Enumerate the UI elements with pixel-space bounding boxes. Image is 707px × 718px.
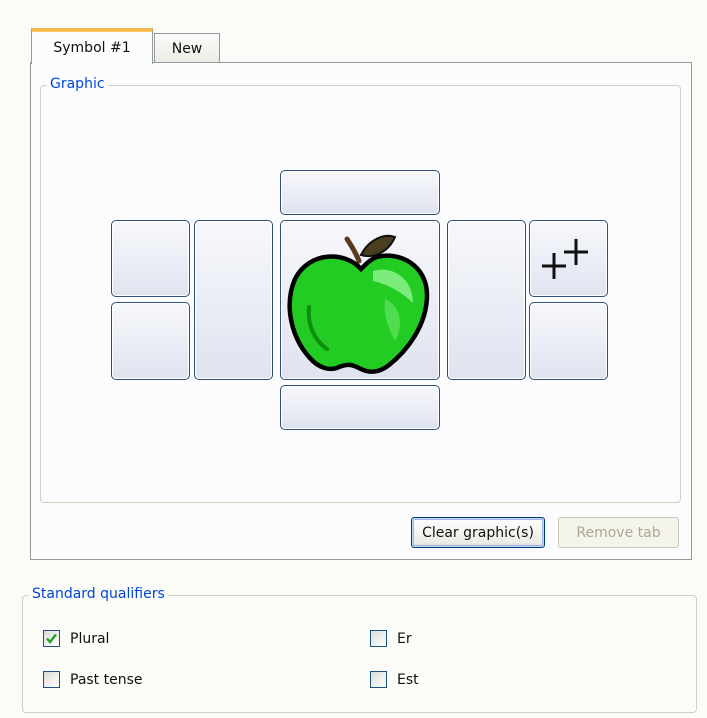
slot-left-outer-bottom[interactable] bbox=[111, 302, 190, 380]
slot-right-inner[interactable] bbox=[447, 220, 526, 380]
plural-check-box[interactable] bbox=[43, 630, 60, 647]
slot-bottom[interactable] bbox=[280, 385, 440, 430]
past-tense-label: Past tense bbox=[70, 671, 143, 688]
clear-graphics-button[interactable]: Clear graphic(s) bbox=[411, 517, 545, 548]
standard-qualifiers-legend: Standard qualifiers bbox=[29, 586, 168, 602]
tab-new[interactable]: New bbox=[154, 33, 220, 63]
slot-left-inner[interactable] bbox=[194, 220, 273, 380]
est-checkbox[interactable]: Est bbox=[370, 671, 419, 688]
slot-center[interactable] bbox=[280, 220, 440, 380]
past-tense-check-box[interactable] bbox=[43, 671, 60, 688]
er-label: Er bbox=[397, 630, 412, 647]
past-tense-checkbox[interactable]: Past tense bbox=[43, 671, 143, 688]
plural-checkbox[interactable]: Plural bbox=[43, 630, 109, 647]
checkmark-icon bbox=[46, 633, 57, 644]
tab-symbol-1-label: Symbol #1 bbox=[53, 39, 131, 56]
er-checkbox[interactable]: Er bbox=[370, 630, 412, 647]
symbol-tab-panel: Graphic Clear graphic(s) Remove tab bbox=[30, 62, 692, 560]
tab-symbol-1[interactable]: Symbol #1 bbox=[31, 28, 153, 64]
plus-plus-icon bbox=[542, 239, 588, 279]
remove-tab-button[interactable]: Remove tab bbox=[558, 517, 679, 548]
slot-right-outer-top[interactable] bbox=[529, 220, 608, 297]
standard-qualifiers-groupbox: Standard qualifiers Plural Er Past tense… bbox=[22, 586, 697, 713]
est-label: Est bbox=[397, 671, 419, 688]
slot-left-outer-top[interactable] bbox=[111, 220, 190, 297]
plural-label: Plural bbox=[70, 630, 110, 647]
er-check-box[interactable] bbox=[370, 630, 387, 647]
remove-tab-label: Remove tab bbox=[576, 524, 661, 541]
slot-top[interactable] bbox=[280, 170, 440, 215]
clear-graphics-label: Clear graphic(s) bbox=[422, 524, 534, 541]
graphic-legend: Graphic bbox=[47, 76, 108, 92]
tab-new-label: New bbox=[171, 40, 203, 57]
est-check-box[interactable] bbox=[370, 671, 387, 688]
apple-icon bbox=[287, 234, 430, 374]
slot-right-outer-bottom[interactable] bbox=[529, 302, 608, 380]
